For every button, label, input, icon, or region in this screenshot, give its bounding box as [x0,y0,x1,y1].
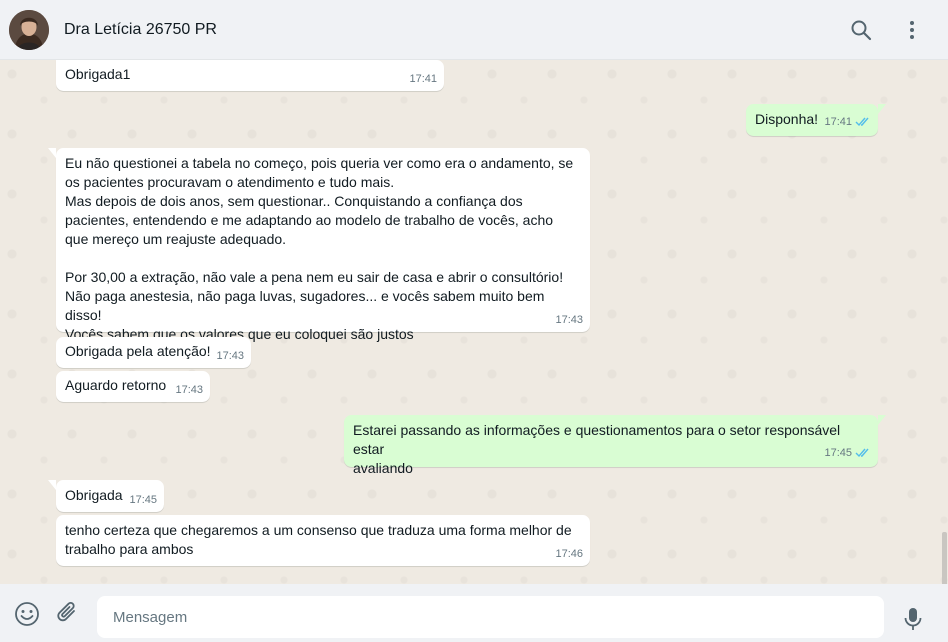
message-time: 17:45 [824,447,852,459]
contact-avatar[interactable] [9,10,49,50]
message-meta: 17:45 [824,446,871,463]
attach-icon[interactable] [55,601,79,625]
mic-icon[interactable] [902,606,924,632]
composer [0,584,948,642]
message-bubble-incoming[interactable]: Obrigada1 17:41 [56,60,444,91]
message-text: Eu não questionei a tabela no começo, po… [65,155,574,342]
message-time: 17:41 [824,116,852,128]
message-bubble-incoming[interactable]: Obrigada 17:45 [48,480,164,512]
message-bubble-incoming[interactable]: tenho certeza que chegaremos a um consen… [56,515,590,566]
search-icon[interactable] [850,19,872,41]
message-text: Obrigada [65,487,123,503]
read-ticks-icon [855,447,871,463]
message-time: 17:41 [409,73,437,85]
message-bubble-incoming[interactable]: Eu não questionei a tabela no começo, po… [48,148,590,342]
scrollbar[interactable] [942,532,947,584]
message-time: 17:43 [216,350,244,362]
message-text: Estarei passando as informações e questi… [353,422,841,476]
message-text: tenho certeza que chegaremos a um consen… [65,522,572,557]
message-time: 17:46 [555,548,583,560]
menu-icon[interactable] [901,19,923,41]
message-text: Disponha! [755,111,819,127]
message-time: 17:43 [175,384,203,396]
contact-name[interactable]: Dra Letícia 26750 PR [64,21,217,39]
message-text: Obrigada1 [65,66,131,82]
message-time: 17:43 [555,314,583,326]
bubble-tail [878,415,886,425]
bubble-tail [878,104,886,114]
message-bubble-outgoing[interactable]: Disponha! 17:41 [746,104,886,136]
message-bubble-outgoing[interactable]: Estarei passando as informações e questi… [344,415,886,476]
read-ticks-icon [855,116,871,132]
bubble-tail [48,480,56,490]
message-text: Obrigada pela atenção! [65,343,211,359]
chat-header: Dra Letícia 26750 PR [0,0,948,60]
message-bubble-incoming[interactable]: Aguardo retorno 17:43 [56,371,210,402]
emoji-icon[interactable] [14,601,40,627]
message-bubble-incoming[interactable]: Obrigada pela atenção! 17:43 [56,337,251,368]
message-meta: 17:41 [824,115,871,132]
message-input[interactable] [97,596,884,638]
message-text: Aguardo retorno [65,377,167,393]
message-list[interactable]: Obrigada1 17:41 Disponha! 17:41 Eu não q… [0,60,948,584]
message-time: 17:45 [129,494,157,506]
bubble-tail [48,148,56,158]
